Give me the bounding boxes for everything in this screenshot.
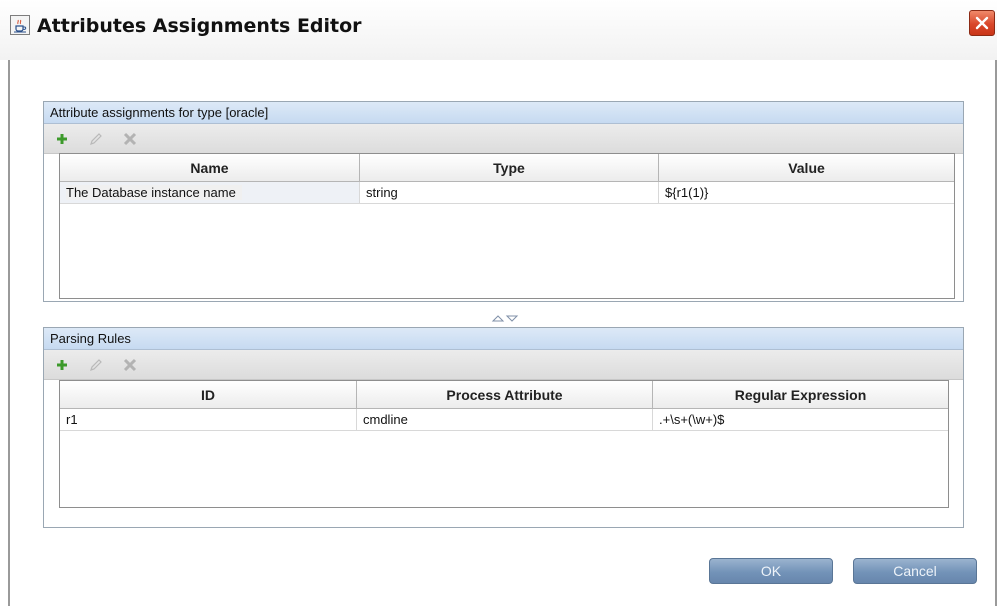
close-icon [975, 16, 989, 30]
ok-button[interactable]: OK [709, 558, 833, 584]
cell-type[interactable]: string [360, 182, 659, 204]
window-frame-left [8, 60, 10, 606]
java-cup-icon [10, 15, 30, 35]
delete-rule-button[interactable] [122, 357, 138, 373]
table-header: ID Process Attribute Regular Expression [60, 381, 948, 409]
parsing-rules-panel: Parsing Rules ID Process Attribute Regul… [43, 327, 964, 528]
add-rule-button[interactable] [54, 357, 70, 373]
cancel-button[interactable]: Cancel [853, 558, 977, 584]
column-header-type[interactable]: Type [360, 154, 659, 182]
edit-rule-button[interactable] [88, 357, 104, 373]
edit-attribute-button[interactable] [88, 131, 104, 147]
column-header-name[interactable]: Name [60, 154, 360, 182]
split-arrows-icon [491, 315, 519, 322]
pencil-icon [90, 133, 102, 145]
table-row[interactable]: The Database instance name string ${r1(1… [60, 182, 954, 204]
attribute-assignments-toolbar [44, 124, 963, 154]
cell-process-attribute[interactable]: cmdline [357, 409, 653, 431]
cell-value[interactable]: ${r1(1)} [659, 182, 954, 204]
attribute-assignments-panel: Attribute assignments for type [oracle] … [43, 101, 964, 302]
delete-attribute-button[interactable] [122, 131, 138, 147]
table-header: Name Type Value [60, 154, 954, 182]
pencil-icon [90, 359, 102, 371]
parsing-rules-toolbar [44, 350, 963, 380]
parsing-rules-header: Parsing Rules [44, 328, 963, 350]
column-header-id[interactable]: ID [60, 381, 357, 409]
close-button[interactable] [969, 10, 995, 36]
attribute-assignments-table[interactable]: Name Type Value The Database instance na… [59, 153, 955, 299]
cell-id[interactable]: r1 [60, 409, 357, 431]
panel-splitter[interactable] [491, 310, 519, 322]
attribute-assignments-header: Attribute assignments for type [oracle] [44, 102, 963, 124]
cell-regular-expression[interactable]: .+\s+(\w+)$ [653, 409, 948, 431]
cell-name-text: The Database instance name [66, 185, 242, 200]
title-bar[interactable]: Attributes Assignments Editor [0, 0, 997, 60]
window-title: Attributes Assignments Editor [37, 15, 362, 37]
plus-icon [57, 134, 67, 144]
column-header-value[interactable]: Value [659, 154, 954, 182]
x-icon [123, 358, 137, 372]
x-icon [123, 132, 137, 146]
add-attribute-button[interactable] [54, 131, 70, 147]
cell-name[interactable]: The Database instance name [60, 182, 360, 204]
column-header-process-attribute[interactable]: Process Attribute [357, 381, 653, 409]
plus-icon [57, 360, 67, 370]
attributes-assignments-editor-dialog: Attributes Assignments Editor Attribute … [0, 0, 997, 606]
column-header-regular-expression[interactable]: Regular Expression [653, 381, 948, 409]
table-row[interactable]: r1 cmdline .+\s+(\w+)$ [60, 409, 948, 431]
parsing-rules-table[interactable]: ID Process Attribute Regular Expression … [59, 380, 949, 508]
